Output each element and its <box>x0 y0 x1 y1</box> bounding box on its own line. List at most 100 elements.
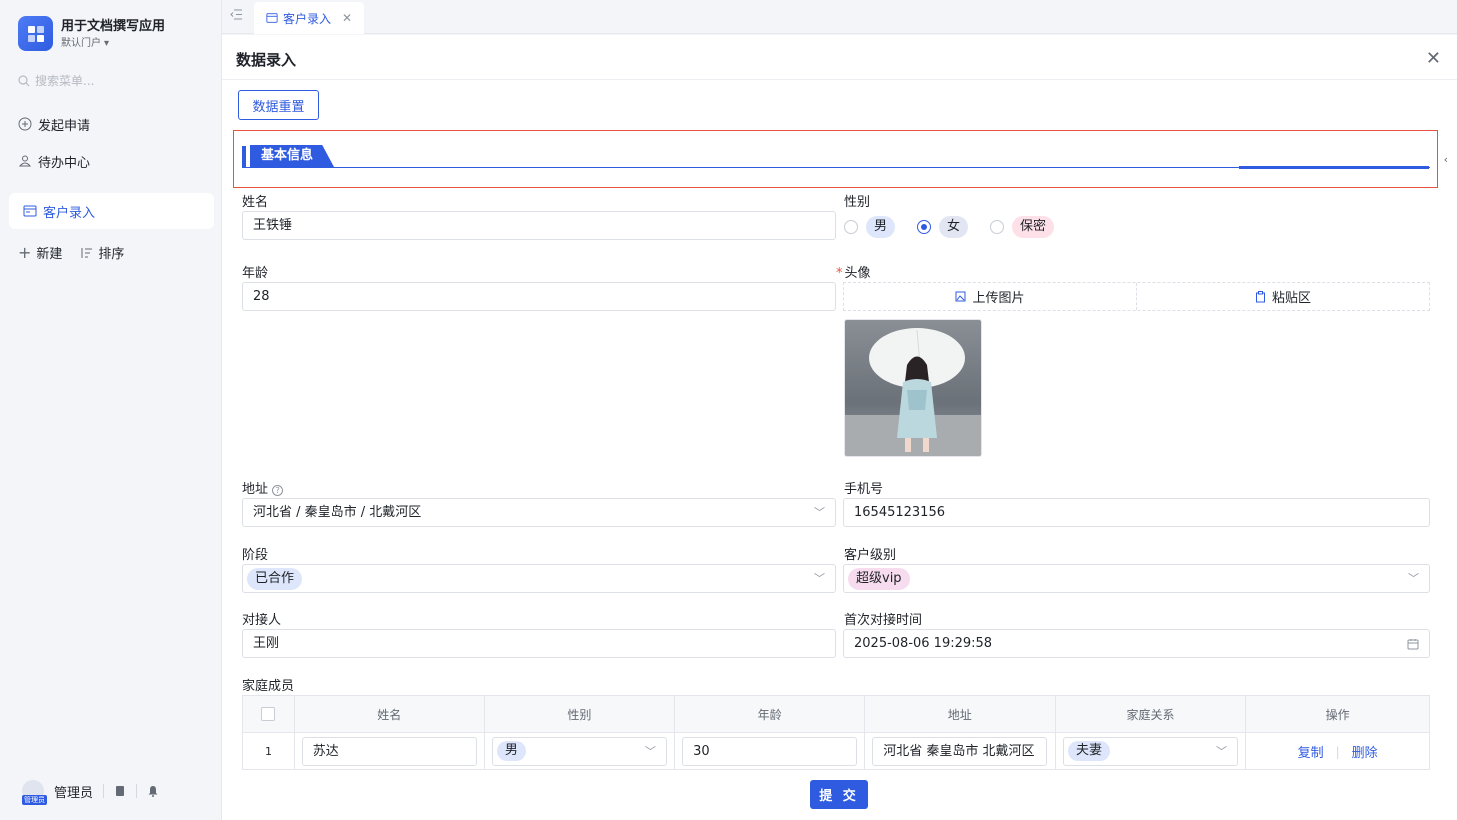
clipboard-icon <box>1255 290 1265 302</box>
book-icon[interactable] <box>114 785 126 797</box>
stage-label: 阶段 <box>242 548 269 563</box>
chevron-down-icon: ﹀ <box>1408 572 1419 585</box>
calendar-icon[interactable] <box>1407 630 1419 657</box>
avatar-label: * 头像 <box>836 262 871 281</box>
gender-chip: 男 <box>866 216 896 238</box>
stage-select[interactable]: 已合作 ﹀ <box>242 564 836 593</box>
tab-label: 客户录入 <box>283 11 332 26</box>
sidebar-item-todo[interactable]: 待办中心 <box>18 149 90 173</box>
app-title: 用于文档撰写应用 <box>61 18 166 34</box>
tab-bar: 客户录入 ✕ <box>222 0 1457 34</box>
avatar-upload-bar: 上传图片 粘贴区 <box>843 282 1430 311</box>
name-input[interactable]: 王铁锤 <box>242 211 836 240</box>
portal-label: 默认门户 <box>61 37 101 49</box>
image-upload-icon <box>955 291 966 302</box>
search-placeholder: 搜索菜单... <box>35 74 95 88</box>
tab-close-icon[interactable]: ✕ <box>342 11 352 25</box>
column-header: 地址 <box>865 696 1056 732</box>
age-input[interactable]: 28 <box>242 282 836 311</box>
level-label: 客户级别 <box>844 548 897 563</box>
relation-cell: 夫妻 ﹀ <box>1056 733 1247 769</box>
first-contact-value: 2025-08-06 19:29:58 <box>854 636 993 651</box>
member-age-input[interactable]: 30 <box>682 737 858 766</box>
address-value: 河北省 / 秦皇岛市 / 北戴河区 <box>253 505 422 520</box>
gender-option-male[interactable]: 男 <box>844 216 896 238</box>
chevron-down-icon: ﹀ <box>814 572 825 585</box>
gender-chip: 保密 <box>1012 216 1055 238</box>
sidebar-item-apply[interactable]: 发起申请 <box>18 112 90 136</box>
radio-button[interactable] <box>990 220 1005 234</box>
select-all-checkbox[interactable] <box>261 707 276 721</box>
sidebar-item-customer-entry[interactable]: 客户录入 <box>9 193 214 229</box>
chevron-left-icon[interactable]: ‹ <box>1444 153 1448 166</box>
upload-label: 上传图片 <box>972 291 1025 306</box>
gender-option-female[interactable]: 女 <box>917 216 969 238</box>
chevron-down-icon: ﹀ <box>644 745 656 758</box>
address-select[interactable]: 河北省 / 秦皇岛市 / 北戴河区 ﹀ <box>242 498 836 527</box>
avatar-role-tag: 管理员 <box>22 795 47 805</box>
stage-chip: 已合作 <box>247 568 303 590</box>
address-label: 地址 ? <box>242 478 284 497</box>
delete-row-link[interactable]: 删除 <box>1352 742 1378 761</box>
sidebar-item-label: 客户录入 <box>43 205 96 221</box>
paste-area-button[interactable]: 粘贴区 <box>1136 283 1429 310</box>
radio-button-selected[interactable] <box>917 220 932 234</box>
new-label: 新建 <box>36 247 63 262</box>
gender-chip: 女 <box>939 216 969 238</box>
form-icon <box>23 205 37 217</box>
reset-data-button[interactable]: 数据重置 <box>238 90 319 120</box>
search-icon <box>18 74 30 86</box>
copy-row-link[interactable]: 复制 <box>1298 742 1324 761</box>
name-cell: 苏达 <box>295 733 485 769</box>
sidebar-item-label: 发起申请 <box>38 118 91 134</box>
required-mark: * <box>836 266 843 281</box>
phone-input[interactable]: 16545123156 <box>843 498 1430 527</box>
user-task-icon <box>18 155 32 167</box>
paste-label: 粘贴区 <box>1271 291 1311 306</box>
avatar-photo[interactable] <box>844 319 982 457</box>
upload-image-button[interactable]: 上传图片 <box>844 283 1136 310</box>
submit-button[interactable]: 提 交 <box>810 780 868 809</box>
sort-button[interactable]: 排序 <box>80 243 124 262</box>
user-name[interactable]: 管理员 <box>54 782 93 801</box>
member-name-input[interactable]: 苏达 <box>301 737 477 766</box>
first-contact-label: 首次对接时间 <box>844 613 923 628</box>
plus-circle-icon <box>18 117 32 131</box>
form-icon <box>266 13 278 23</box>
column-header: 操作 <box>1325 707 1350 722</box>
actions-cell: 复制 | 删除 <box>1246 733 1429 769</box>
gender-cell: 男 ﹀ <box>485 733 676 769</box>
divider <box>103 784 105 798</box>
dialog-title: 数据录入 <box>236 51 297 69</box>
contact-input[interactable]: 王刚 <box>242 629 836 658</box>
menu-search[interactable]: 搜索菜单... <box>18 72 94 89</box>
level-chip: 超级vip <box>848 568 910 590</box>
family-label: 家庭成员 <box>242 679 295 694</box>
new-button[interactable]: + 新建 <box>18 243 62 262</box>
sort-label: 排序 <box>98 247 125 262</box>
sidebar-item-label: 待办中心 <box>38 155 91 171</box>
radio-button[interactable] <box>844 220 858 234</box>
section-header-basic-info: 基本信息 <box>233 130 1438 188</box>
help-icon[interactable]: ? <box>272 485 284 496</box>
level-select[interactable]: 超级vip ﹀ <box>843 564 1430 593</box>
family-table: 姓名 性别 年龄 地址 家庭关系 操作 1 苏达 男 ﹀ 30 河北省 秦皇岛市… <box>242 695 1430 770</box>
gender-option-secret[interactable]: 保密 <box>990 216 1055 238</box>
age-label: 年龄 <box>242 266 269 281</box>
member-address-input[interactable]: 河北省 秦皇岛市 北戴河区 <box>872 737 1048 766</box>
section-progress-line <box>1239 166 1429 169</box>
avatar[interactable]: 管理员 <box>22 780 47 805</box>
data-entry-dialog: 数据录入 ✕ 数据重置 基本信息 ‹ 姓名 王铁锤 性别 男 女 保密 年龄 2… <box>222 35 1457 820</box>
bell-icon[interactable] <box>147 785 159 797</box>
member-relation-select[interactable]: 夫妻 ﹀ <box>1062 737 1238 766</box>
member-gender-select[interactable]: 男 ﹀ <box>491 737 667 766</box>
close-icon[interactable]: ✕ <box>1426 48 1441 69</box>
chevron-down-icon: ﹀ <box>1215 745 1227 758</box>
portal-switcher[interactable]: 默认门户 ▾ <box>61 37 165 51</box>
collapse-sidebar-icon[interactable] <box>230 9 243 24</box>
divider <box>222 79 1457 80</box>
column-header: 姓名 <box>295 696 485 732</box>
first-contact-datetime[interactable]: 2025-08-06 19:29:58 <box>843 629 1430 658</box>
tab-customer-entry[interactable]: 客户录入 ✕ <box>254 2 365 34</box>
app-header[interactable]: 用于文档撰写应用 默认门户 ▾ <box>18 16 165 51</box>
